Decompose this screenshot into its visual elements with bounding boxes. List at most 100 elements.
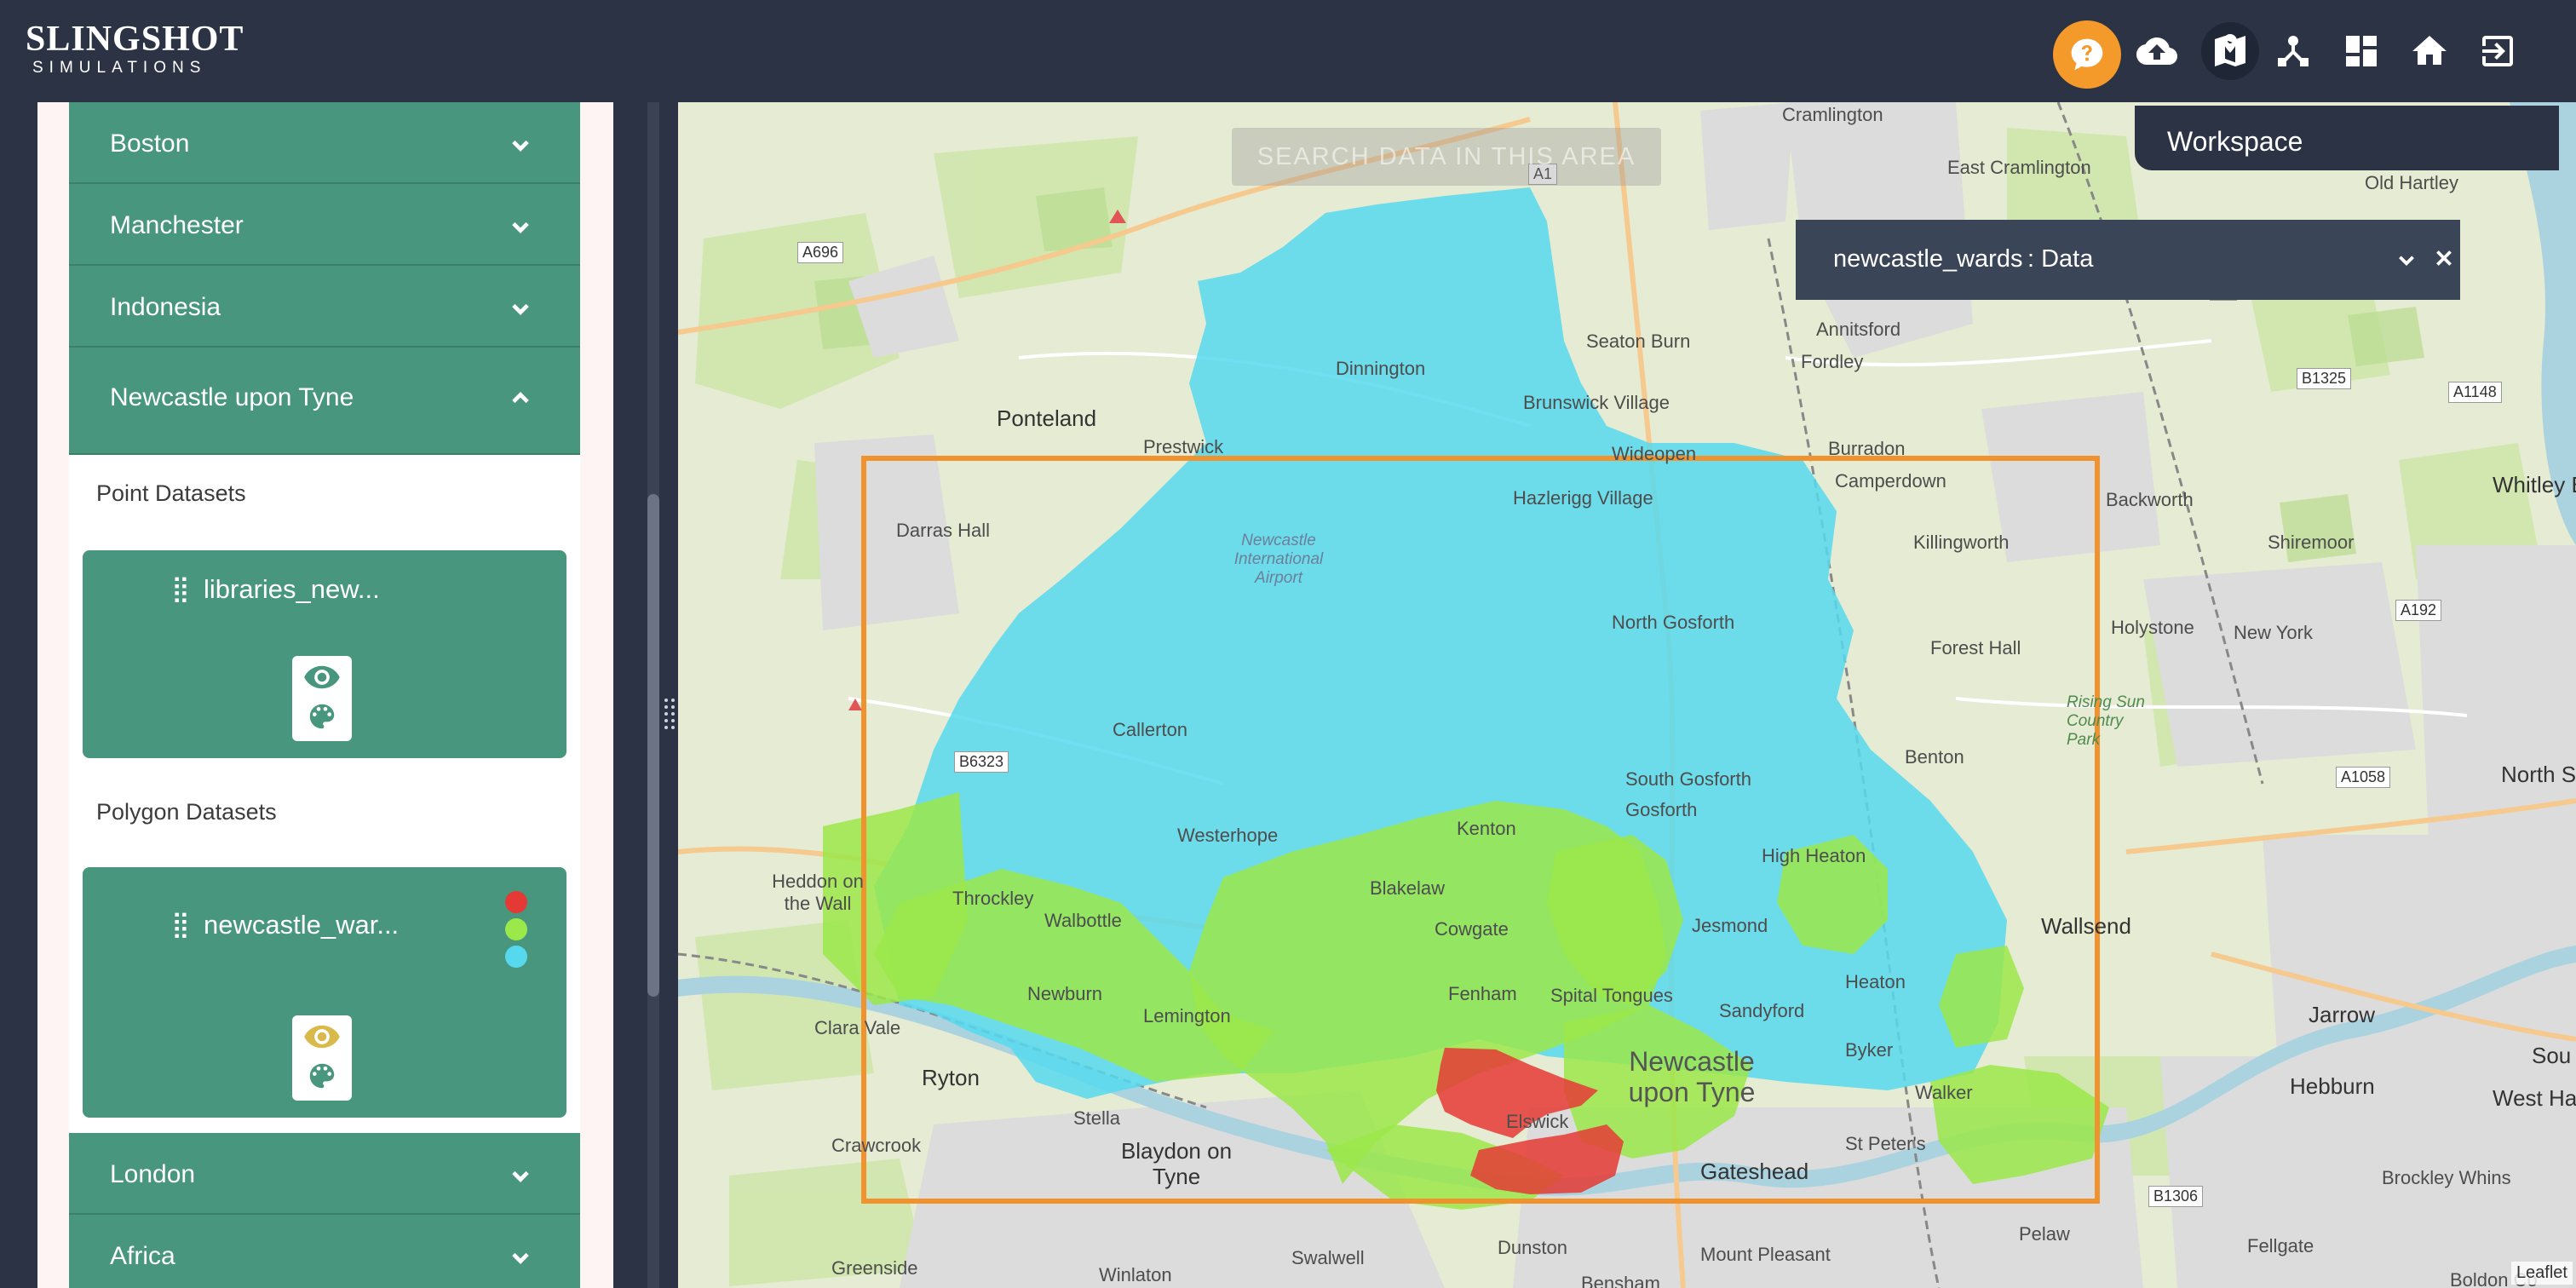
place-label: Blakelaw [1370,877,1446,899]
network-button[interactable] [2269,27,2317,75]
place-label: Westerhope [1177,825,1279,846]
group-africa[interactable]: Africa [69,1215,580,1288]
group-boston[interactable]: Boston [69,102,580,184]
road-label: A1148 [2448,382,2502,403]
place-label: Gateshead [1700,1159,1809,1184]
dashboard-icon [2346,36,2377,66]
road-label: A1058 [2336,767,2391,788]
place-label: Cramlington [1782,104,1883,125]
group-manchester[interactable]: Manchester [69,184,580,266]
dataset-controls [292,1015,352,1101]
dashboard-button[interactable] [2337,27,2385,75]
logo-bottom-text: SIMULATIONS [32,59,207,77]
place-label: Cowgate [1435,918,1509,940]
map-view[interactable]: Cramlington East Cramlington Old Hartley… [678,102,2576,1288]
app-logo[interactable]: SLINGSHOT SIMULATIONS [26,20,244,78]
logout-button[interactable] [2474,27,2521,75]
place-label: Forest Hall [1930,637,2021,658]
network-icon [2278,36,2309,66]
road-label: A192 [2395,600,2442,621]
home-icon [2412,36,2447,65]
place-label: Jesmond [1692,915,1768,936]
place-label: St Peter's [1845,1133,1926,1154]
place-label: Benton [1905,746,1964,768]
drag-handle-icon[interactable]: ⣿ [171,574,190,604]
place-label: Blaydon on Tyne [1120,1138,1233,1189]
home-button[interactable] [2406,27,2453,75]
logo-top-text: SLINGSHOT [26,20,244,59]
close-icon[interactable] [2433,247,2455,269]
place-label: Crawcrook [831,1135,922,1156]
dataset-card-libraries[interactable]: ⣿ libraries_new... [83,550,566,758]
place-label: Shiremoor [2268,532,2355,553]
place-label: Throckley [952,888,1034,909]
dataset-name: libraries_new... [204,574,380,604]
search-area-button[interactable]: SEARCH DATA IN THIS AREA [1232,128,1661,186]
help-button[interactable] [2053,20,2121,89]
data-panel-dataset: newcastle_wards [1833,245,2023,273]
place-label: Brockley Whins [2382,1167,2511,1188]
place-label: New York [2234,622,2313,643]
group-newcastle[interactable]: Newcastle upon Tyne [69,348,580,455]
place-label: Kenton [1457,818,1516,839]
eye-icon[interactable] [302,1022,342,1051]
place-label: Hebburn [2290,1073,2375,1099]
eye-icon[interactable] [302,663,342,692]
place-label: Heddon on the Wall [772,871,864,914]
upload-icon [2136,37,2177,65]
place-label: Winlaton [1099,1264,1172,1285]
place-label: Seaton Burn [1586,331,1691,352]
palette-icon[interactable] [306,1060,338,1092]
place-label: Holystone [2111,617,2194,638]
place-label: Bensham [1581,1273,1660,1288]
map-icon [2215,34,2245,66]
place-label: Pelaw [2019,1223,2070,1245]
place-label: Clara Vale [814,1017,901,1038]
dataset-data-panel[interactable]: newcastle_wards : Data [1796,220,2460,300]
legend-dot-green [505,918,527,940]
place-label: Greenside [831,1257,918,1279]
place-label: Walker [1915,1082,1973,1103]
chevron-down-icon [509,296,532,320]
upload-button[interactable] [2133,27,2181,75]
dataset-card-newcastle-wards[interactable]: ⣿ newcastle_war... [83,867,566,1118]
road-label: B6323 [954,751,1009,773]
chevron-down-icon[interactable] [2395,249,2418,271]
place-label: Fenham [1448,983,1517,1004]
place-label: Gosforth [1625,799,1698,820]
resize-handle-icon[interactable] [663,697,676,731]
map-button[interactable] [2201,22,2259,80]
place-label: Sandyford [1719,1000,1805,1021]
chevron-down-icon [509,1245,532,1269]
place-label: Fordley [1801,351,1864,372]
dataset-name: newcastle_war... [204,910,400,940]
workspace-label: Workspace [2167,126,2303,157]
place-label: Annitsford [1816,319,1901,340]
place-label: Mount Pleasant [1700,1244,1831,1265]
palette-icon[interactable] [306,700,338,733]
sidebar-gutter [0,102,37,1288]
place-label: Wallsend [2041,913,2131,939]
map-attribution[interactable]: Leaflet [2510,1262,2573,1285]
legend-dot-red [505,891,527,913]
sidebar-scrollbar-thumb[interactable] [647,494,659,997]
place-label: Burradon [1828,438,1906,459]
panel-divider[interactable] [661,102,678,1288]
drag-handle-icon[interactable]: ⣿ [171,910,190,940]
workspace-popover[interactable]: Workspace [2135,106,2559,170]
group-london[interactable]: London [69,1133,580,1215]
place-label: North Gosforth [1612,612,1735,633]
road-label: A696 [797,242,844,263]
place-label: Elswick [1506,1111,1569,1132]
group-indonesia[interactable]: Indonesia [69,266,580,348]
data-panel-suffix: : Data [2027,245,2094,273]
point-datasets-heading: Point Datasets [96,480,246,506]
place-label: Rising Sun Country Park [2067,693,2145,749]
road-label: B1306 [2148,1186,2204,1207]
place-label: Callerton [1113,719,1188,740]
place-label: East Cramlington [1947,157,2091,178]
place-label: Dunston [1498,1237,1567,1258]
chevron-up-icon [509,387,532,411]
place-label: Camperdown [1835,470,1946,492]
place-label: Ryton [922,1065,980,1090]
